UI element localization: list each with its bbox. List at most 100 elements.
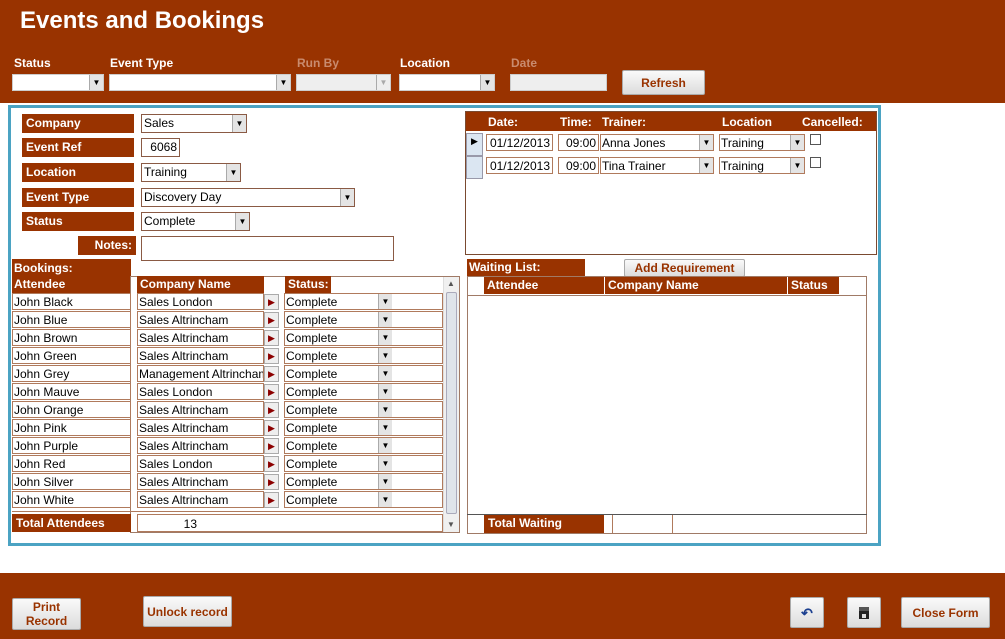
chevron-down-icon[interactable]: ▼: [378, 456, 392, 471]
company-cell[interactable]: Sales London: [137, 383, 264, 400]
open-company-button[interactable]: ▶: [264, 456, 279, 472]
status-select[interactable]: Complete ▼: [284, 293, 393, 310]
chevron-down-icon[interactable]: ▼: [378, 348, 392, 363]
status-select[interactable]: Complete ▼: [284, 455, 393, 472]
status-select[interactable]: Complete ▼: [284, 383, 393, 400]
status-select[interactable]: Complete ▼: [284, 473, 393, 490]
company-cell[interactable]: Sales London: [137, 293, 264, 310]
open-company-button[interactable]: ▶: [264, 384, 279, 400]
status-select[interactable]: Complete ▼: [284, 329, 393, 346]
event-ref-field[interactable]: 6068: [141, 138, 180, 157]
chevron-down-icon[interactable]: ▼: [340, 189, 354, 206]
status-select[interactable]: Complete ▼: [284, 401, 393, 418]
bookings-scrollbar[interactable]: ▲ ▼: [443, 277, 459, 532]
open-company-button[interactable]: ▶: [264, 312, 279, 328]
attendee-cell[interactable]: John Red: [12, 455, 131, 472]
status-select[interactable]: Complete ▼: [284, 419, 393, 436]
undo-button[interactable]: ↶: [790, 597, 824, 628]
time-field[interactable]: 09:00: [558, 134, 599, 151]
open-company-button[interactable]: ▶: [264, 474, 279, 490]
time-field[interactable]: 09:00: [558, 157, 599, 174]
chevron-down-icon[interactable]: ▼: [699, 135, 713, 150]
chevron-down-icon[interactable]: ▼: [378, 330, 392, 345]
chevron-down-icon[interactable]: ▼: [226, 164, 240, 181]
chevron-down-icon[interactable]: ▼: [378, 366, 392, 381]
location-select[interactable]: Training ▼: [719, 134, 805, 151]
chevron-down-icon[interactable]: ▼: [378, 438, 392, 453]
chevron-down-icon[interactable]: ▼: [378, 402, 392, 417]
open-company-button[interactable]: ▶: [264, 402, 279, 418]
attendee-cell[interactable]: John White: [12, 491, 131, 508]
status-select[interactable]: Complete ▼: [284, 491, 393, 508]
location-select[interactable]: Training ▼: [719, 157, 805, 174]
open-company-button[interactable]: ▶: [264, 438, 279, 454]
attendee-cell[interactable]: John Black: [12, 293, 131, 310]
status-select[interactable]: Complete ▼: [141, 212, 250, 231]
refresh-button[interactable]: Refresh: [622, 70, 705, 95]
chevron-down-icon[interactable]: ▼: [378, 312, 392, 327]
attendee-cell[interactable]: John Silver: [12, 473, 131, 490]
notes-field[interactable]: [141, 236, 394, 261]
attendee-cell[interactable]: John Grey: [12, 365, 131, 382]
scroll-up-icon[interactable]: ▲: [447, 279, 455, 288]
company-cell[interactable]: Sales Altrincham: [137, 437, 264, 454]
company-cell[interactable]: Sales Altrincham: [137, 491, 264, 508]
trainer-select[interactable]: Anna Jones ▼: [600, 134, 714, 151]
company-cell[interactable]: Sales Altrincham: [137, 311, 264, 328]
open-company-button[interactable]: ▶: [264, 366, 279, 382]
trainer-select[interactable]: Tina Trainer ▼: [600, 157, 714, 174]
scrollbar-thumb[interactable]: [446, 292, 457, 514]
status-select[interactable]: Complete ▼: [284, 437, 393, 454]
attendee-cell[interactable]: John Orange: [12, 401, 131, 418]
chevron-down-icon[interactable]: ▼: [232, 115, 246, 132]
record-selector[interactable]: [466, 156, 483, 179]
company-cell[interactable]: Sales Altrincham: [137, 473, 264, 490]
filter-date-input[interactable]: [510, 74, 607, 91]
filter-status-select[interactable]: ▼: [12, 74, 104, 91]
company-cell[interactable]: Management Altrincham: [137, 365, 264, 382]
record-selector[interactable]: ▶: [466, 133, 483, 156]
status-select[interactable]: Complete ▼: [284, 365, 393, 382]
close-form-button[interactable]: Close Form: [901, 597, 990, 628]
event-type-select[interactable]: Discovery Day ▼: [141, 188, 355, 207]
chevron-down-icon[interactable]: ▼: [378, 384, 392, 399]
print-record-button[interactable]: Print Record: [12, 598, 81, 630]
chevron-down-icon[interactable]: ▼: [89, 75, 103, 90]
chevron-down-icon[interactable]: ▼: [790, 135, 804, 150]
attendee-cell[interactable]: John Brown: [12, 329, 131, 346]
company-select[interactable]: Sales ▼: [141, 114, 247, 133]
save-button[interactable]: [847, 597, 881, 628]
open-company-button[interactable]: ▶: [264, 330, 279, 346]
chevron-down-icon[interactable]: ▼: [378, 420, 392, 435]
unlock-record-button[interactable]: Unlock record: [143, 596, 232, 627]
chevron-down-icon[interactable]: ▼: [276, 75, 290, 90]
cancelled-checkbox[interactable]: [810, 157, 821, 168]
open-company-button[interactable]: ▶: [264, 420, 279, 436]
company-cell[interactable]: Sales Altrincham: [137, 329, 264, 346]
chevron-down-icon[interactable]: ▼: [699, 158, 713, 173]
chevron-down-icon[interactable]: ▼: [235, 213, 249, 230]
chevron-down-icon[interactable]: ▼: [790, 158, 804, 173]
add-requirement-button[interactable]: Add Requirement: [624, 259, 745, 277]
chevron-down-icon[interactable]: ▼: [378, 492, 392, 507]
attendee-cell[interactable]: John Green: [12, 347, 131, 364]
open-company-button[interactable]: ▶: [264, 492, 279, 508]
date-field[interactable]: 01/12/2013: [486, 134, 553, 151]
company-cell[interactable]: Sales Altrincham: [137, 401, 264, 418]
chevron-down-icon[interactable]: ▼: [378, 294, 392, 309]
filter-location-select[interactable]: ▼: [399, 74, 495, 91]
attendee-cell[interactable]: John Mauve: [12, 383, 131, 400]
company-cell[interactable]: Sales London: [137, 455, 264, 472]
chevron-down-icon[interactable]: ▼: [378, 474, 392, 489]
attendee-cell[interactable]: John Pink: [12, 419, 131, 436]
status-select[interactable]: Complete ▼: [284, 311, 393, 328]
status-select[interactable]: Complete ▼: [284, 347, 393, 364]
open-company-button[interactable]: ▶: [264, 348, 279, 364]
filter-event-type-select[interactable]: ▼: [109, 74, 291, 91]
location-select[interactable]: Training ▼: [141, 163, 241, 182]
cancelled-checkbox[interactable]: [810, 134, 821, 145]
chevron-down-icon[interactable]: ▼: [480, 75, 494, 90]
attendee-cell[interactable]: John Purple: [12, 437, 131, 454]
date-field[interactable]: 01/12/2013: [486, 157, 553, 174]
attendee-cell[interactable]: John Blue: [12, 311, 131, 328]
